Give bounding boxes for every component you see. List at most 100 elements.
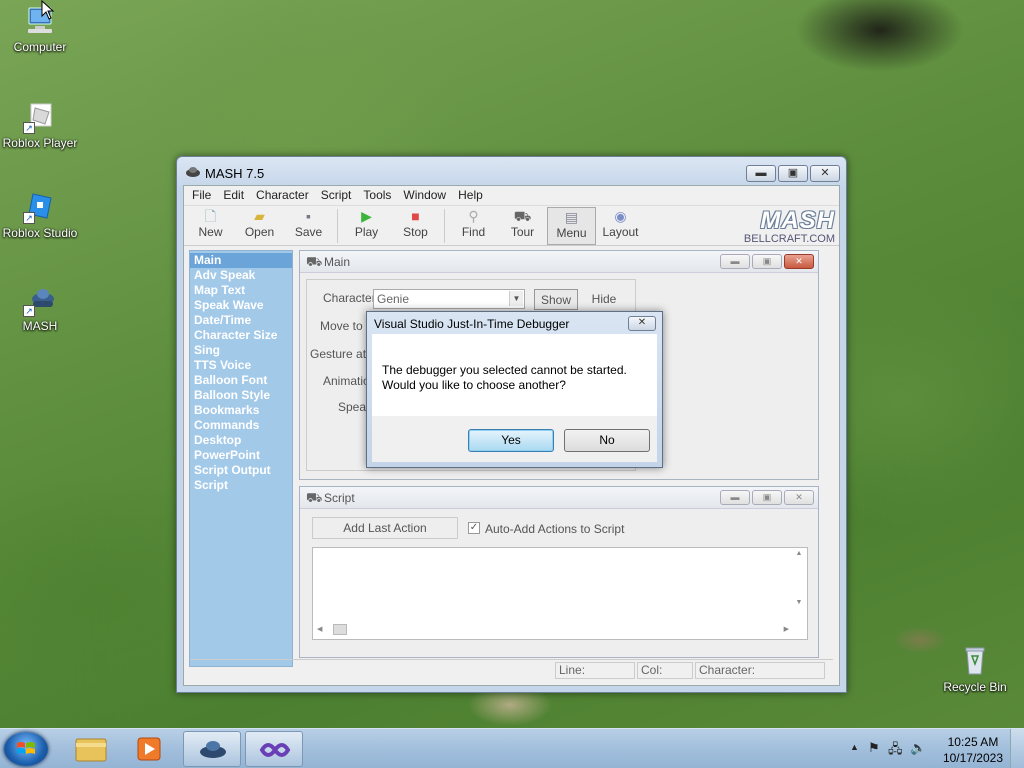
character-select[interactable]: Genie ▼ <box>373 289 525 309</box>
brand-logo[interactable]: MASH BELLCRAFT.COM <box>744 209 835 246</box>
action-center-icon[interactable]: ⚑ <box>868 740 880 756</box>
play-button[interactable]: ▶ Play <box>342 207 391 245</box>
menu-toggle-button[interactable]: ▤ Menu <box>547 207 596 245</box>
show-hidden-icons-button[interactable]: ▲ <box>850 742 859 752</box>
taskbar: ▲ ⚑ 🖧 🔈 10:25 AM 10/17/2023 <box>0 728 1024 768</box>
system-tray: ▲ ⚑ 🖧 🔈 10:25 AM 10/17/2023 <box>834 729 1024 768</box>
menu-edit[interactable]: Edit <box>217 186 250 205</box>
show-button[interactable]: Show <box>534 289 578 310</box>
volume-icon[interactable]: 🔈 <box>910 740 926 756</box>
panel-restore-button[interactable]: ▣ <box>752 254 782 269</box>
desktop-icon-computer[interactable]: Computer <box>0 4 80 54</box>
tour-label: Tour <box>510 225 535 239</box>
panel-minimize-button[interactable]: ▬ <box>720 254 750 269</box>
menu-script[interactable]: Script <box>315 186 358 205</box>
nav-item-script-output[interactable]: Script Output <box>190 463 292 478</box>
taskbar-explorer[interactable] <box>62 731 120 767</box>
nav-item-balloon-style[interactable]: Balloon Style <box>190 388 292 403</box>
new-button[interactable]: 🗋 New <box>186 207 235 245</box>
menu-character[interactable]: Character <box>250 186 315 205</box>
dialog-message-line2: Would you like to choose another? <box>382 378 566 392</box>
play-label: Play <box>354 225 379 239</box>
status-bar: Line: Col: Character: <box>190 659 833 679</box>
nav-item-balloon-font[interactable]: Balloon Font <box>190 373 292 388</box>
scroll-thumb[interactable] <box>333 624 347 635</box>
dialog-message: The debugger you selected cannot be star… <box>382 363 627 393</box>
menu-toggle-label: Menu <box>556 226 587 240</box>
start-button[interactable] <box>4 732 48 766</box>
panel-close-button[interactable]: ✕ <box>784 254 814 269</box>
menu-file[interactable]: File <box>186 186 217 205</box>
nav-item-desktop[interactable]: Desktop <box>190 433 292 448</box>
line-label: Line: <box>559 663 586 677</box>
nav-item-powerpoint[interactable]: PowerPoint <box>190 448 292 463</box>
desktop-icon-label: Recycle Bin <box>943 680 1007 694</box>
network-icon[interactable]: 🖧 <box>888 740 903 762</box>
horizontal-scrollbar[interactable]: ◀ ▶ <box>315 623 791 637</box>
desktop-icon-roblox-player[interactable]: ↗ Roblox Player <box>0 100 80 150</box>
vertical-scrollbar[interactable]: ▲ ▼ <box>793 550 805 620</box>
nav-item-adv-speak[interactable]: Adv Speak <box>190 268 292 283</box>
col-label: Col: <box>641 663 663 677</box>
taskbar-visual-studio[interactable] <box>245 731 303 767</box>
script-editor[interactable]: ▲ ▼ ◀ ▶ <box>312 547 808 640</box>
status-col: Col: <box>637 662 693 679</box>
open-button[interactable]: ▰ Open <box>235 207 284 245</box>
desktop-icon-label: Computer <box>13 40 67 54</box>
toolbar-separator <box>444 208 445 243</box>
nav-item-tts-voice[interactable]: TTS Voice <box>190 358 292 373</box>
character-status-label: Character: <box>699 663 756 677</box>
taskbar-mash[interactable] <box>183 731 241 767</box>
desktop-icon-recycle-bin[interactable]: Recycle Bin <box>935 644 1015 694</box>
toolbar: 🗋 New ▰ Open ▪ Save ▶ Play ■ Stop ⚲ Find… <box>184 206 839 246</box>
debugger-dialog: Visual Studio Just-In-Time Debugger ✕ Th… <box>366 311 663 468</box>
nav-item-speak-wave[interactable]: Speak Wave <box>190 298 292 313</box>
clock[interactable]: 10:25 AM 10/17/2023 <box>943 734 1003 766</box>
nav-item-bookmarks[interactable]: Bookmarks <box>190 403 292 418</box>
stop-button[interactable]: ■ Stop <box>391 207 440 245</box>
nav-item-sing[interactable]: Sing <box>190 343 292 358</box>
nav-item-map-text[interactable]: Map Text <box>190 283 292 298</box>
stop-icon: ■ <box>411 208 420 224</box>
taskbar-media-player[interactable] <box>120 731 178 767</box>
layout-label: Layout <box>602 225 639 239</box>
menu-help[interactable]: Help <box>452 186 489 205</box>
menu-bar: File Edit Character Script Tools Window … <box>184 186 839 206</box>
windows-logo-icon <box>17 742 35 754</box>
no-button[interactable]: No <box>564 429 650 452</box>
nav-item-commands[interactable]: Commands <box>190 418 292 433</box>
new-label: New <box>198 225 223 239</box>
add-last-action-button[interactable]: Add Last Action <box>312 517 458 539</box>
open-label: Open <box>244 225 275 239</box>
save-button[interactable]: ▪ Save <box>284 207 333 245</box>
auto-add-checkbox[interactable]: ✓ <box>468 522 480 534</box>
desktop-icon-mash[interactable]: ↗ MASH <box>0 283 80 333</box>
show-desktop-button[interactable] <box>1010 729 1024 768</box>
yes-button[interactable]: Yes <box>468 429 554 452</box>
panel-close-button[interactable]: ✕ <box>784 490 814 505</box>
dialog-close-button[interactable]: ✕ <box>628 316 656 331</box>
character-label: Character <box>323 291 376 305</box>
menu-window[interactable]: Window <box>397 186 452 205</box>
desktop-icon-roblox-studio[interactable]: ↗ Roblox Studio <box>0 190 80 240</box>
find-button[interactable]: ⚲ Find <box>449 207 498 245</box>
mash-icon: ↗ <box>23 283 57 317</box>
hide-button[interactable]: Hide <box>584 289 624 310</box>
nav-item-script[interactable]: Script <box>190 478 292 493</box>
panel-minimize-button[interactable]: ▬ <box>720 490 750 505</box>
mash-app-icon <box>185 165 201 182</box>
open-folder-icon: ▰ <box>254 208 265 224</box>
layout-button[interactable]: ◉ Layout <box>596 207 645 245</box>
tour-button[interactable]: ⛟ Tour <box>498 207 547 245</box>
mash-icon <box>200 741 226 758</box>
close-button[interactable]: ✕ <box>810 165 840 182</box>
nav-item-main[interactable]: Main <box>190 253 292 268</box>
maximize-button[interactable]: ▣ <box>778 165 808 182</box>
nav-item-character-size[interactable]: Character Size <box>190 328 292 343</box>
minimize-button[interactable]: ▬ <box>746 165 776 182</box>
nav-item-date-time[interactable]: Date/Time <box>190 313 292 328</box>
panel-restore-button[interactable]: ▣ <box>752 490 782 505</box>
mouse-cursor-icon <box>41 0 55 20</box>
menu-tools[interactable]: Tools <box>357 186 397 205</box>
desktop-icon-label: Roblox Player <box>2 136 78 150</box>
